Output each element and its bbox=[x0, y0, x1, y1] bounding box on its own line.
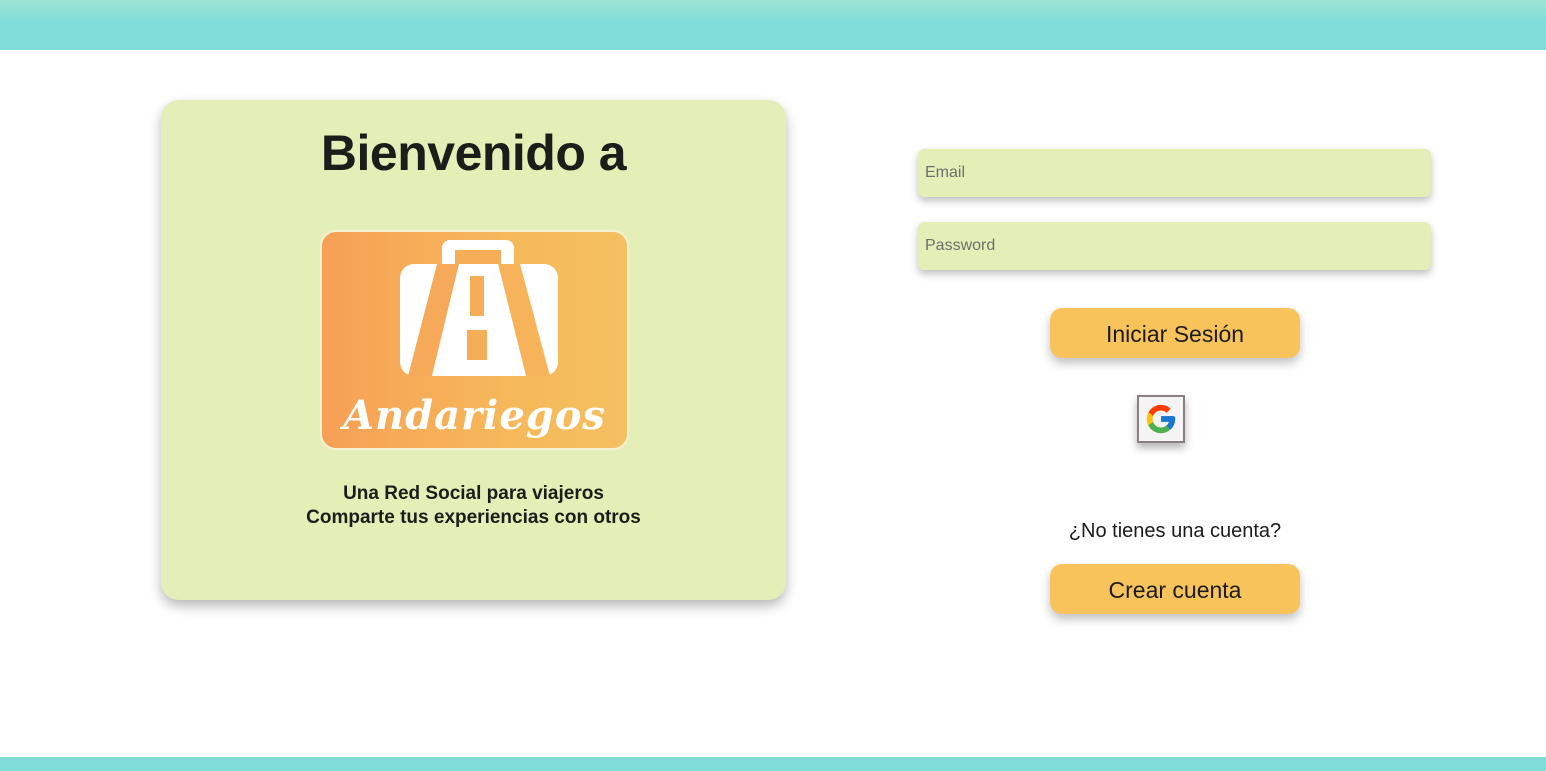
google-icon bbox=[1146, 404, 1176, 434]
logo-text: Andariegos bbox=[343, 392, 606, 439]
welcome-title: Bienvenido a bbox=[320, 125, 627, 181]
tagline-line-1: Una Red Social para viajeros bbox=[343, 483, 604, 504]
google-signin-button[interactable] bbox=[1137, 395, 1185, 443]
andariegos-logo: Andariegos bbox=[320, 230, 629, 450]
footer-bar bbox=[0, 757, 1546, 771]
tagline-line-2: Comparte tus experiencias con otros bbox=[306, 507, 641, 528]
create-account-button[interactable]: Crear cuenta bbox=[1050, 564, 1300, 614]
tagline: Una Red Social para viajeros Comparte tu… bbox=[161, 482, 786, 530]
password-field[interactable] bbox=[918, 222, 1431, 270]
login-button[interactable]: Iniciar Sesión bbox=[1050, 308, 1300, 358]
no-account-prompt: ¿No tienes una cuenta? bbox=[1068, 520, 1282, 542]
header-bar bbox=[0, 0, 1546, 50]
email-field[interactable] bbox=[918, 149, 1431, 197]
